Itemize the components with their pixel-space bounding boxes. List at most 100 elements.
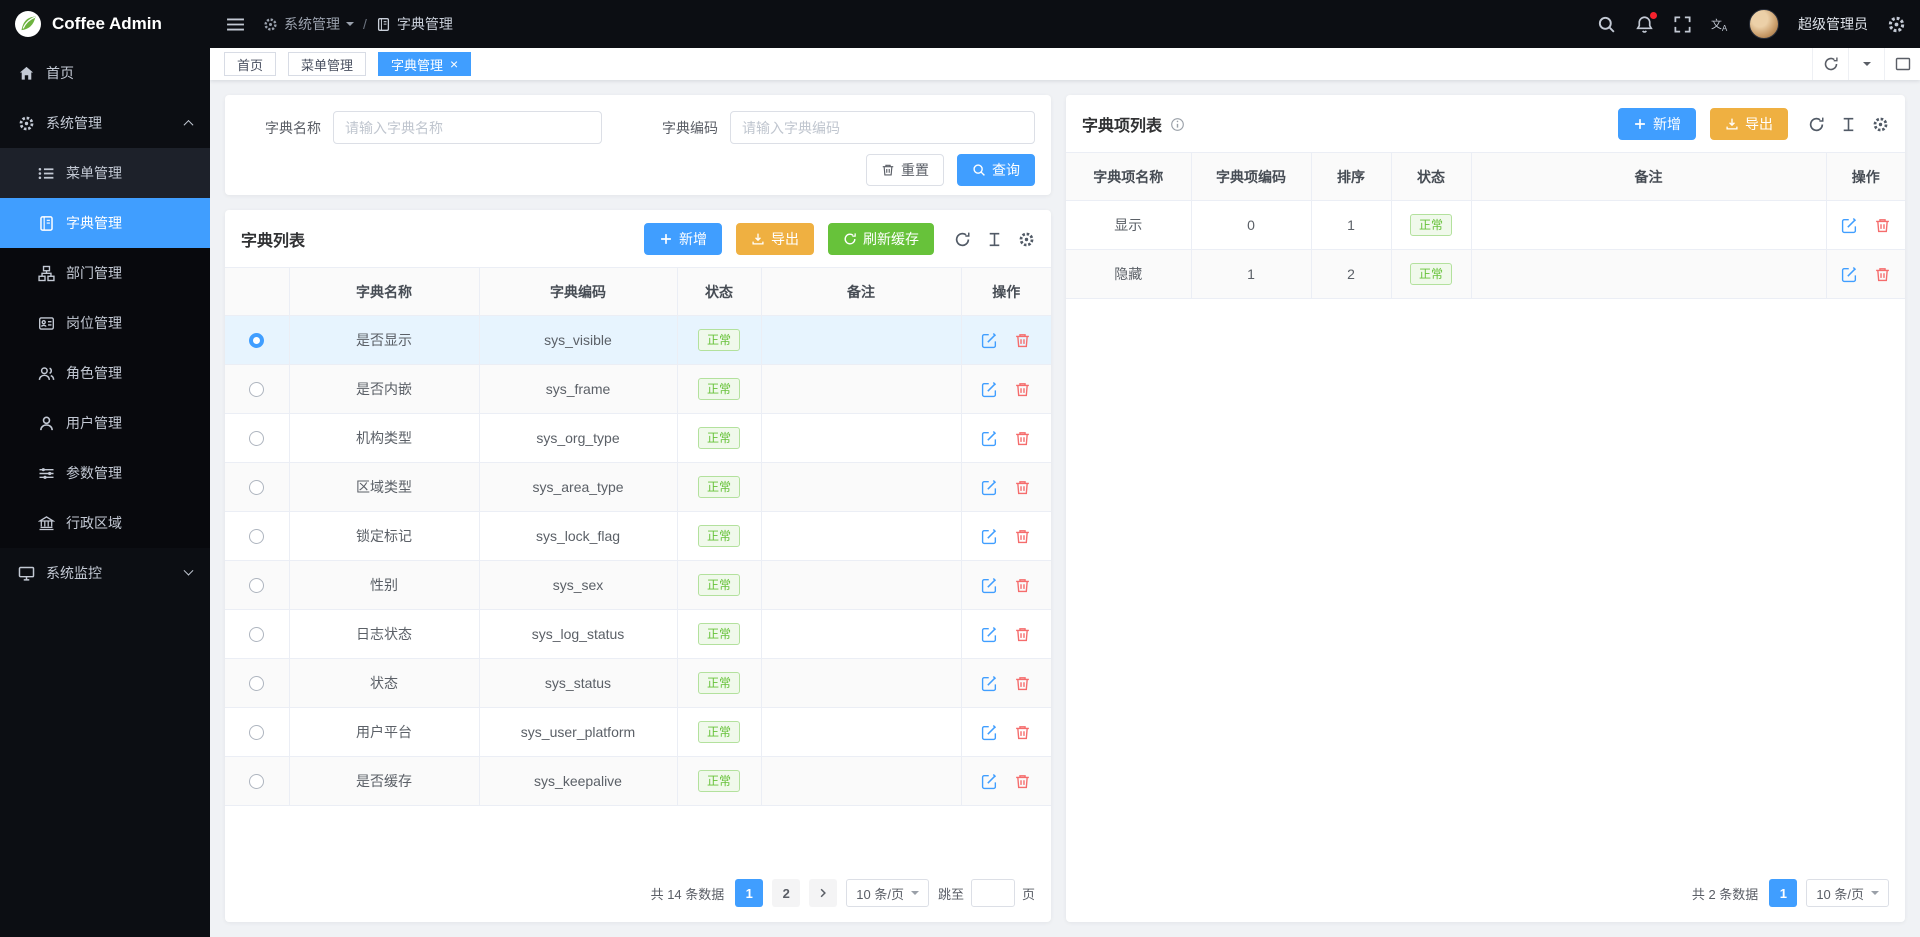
- delete-icon[interactable]: [1014, 332, 1031, 349]
- page-1-button[interactable]: 1: [735, 879, 763, 907]
- edit-icon[interactable]: [981, 332, 998, 349]
- dict-item-panel: 字典项列表 新增 导出: [1066, 95, 1905, 922]
- row-radio[interactable]: [249, 725, 264, 740]
- sidebar-item-home[interactable]: 首页: [0, 48, 210, 98]
- username[interactable]: 超级管理员: [1798, 14, 1868, 34]
- edit-icon[interactable]: [981, 724, 998, 741]
- delete-icon[interactable]: [1014, 773, 1031, 790]
- edit-icon[interactable]: [981, 675, 998, 692]
- dict-code-input[interactable]: [730, 111, 1035, 144]
- dict-row[interactable]: 是否显示sys_visible正常: [225, 316, 1051, 365]
- maximize-view-icon[interactable]: [1884, 48, 1920, 80]
- dict-row[interactable]: 锁定标记sys_lock_flag正常: [225, 512, 1051, 561]
- dict-row[interactable]: 是否内嵌sys_frame正常: [225, 365, 1051, 414]
- refresh-table-icon[interactable]: [954, 231, 971, 248]
- sidebar-item-post-mgmt[interactable]: 岗位管理: [0, 298, 210, 348]
- delete-icon[interactable]: [1014, 724, 1031, 741]
- dict-item-row[interactable]: 显示01正常: [1066, 201, 1905, 250]
- delete-icon[interactable]: [1014, 577, 1031, 594]
- tab-options-chevron-icon[interactable]: [1848, 48, 1884, 80]
- tabbar-tools: [1812, 48, 1920, 80]
- row-radio[interactable]: [249, 627, 264, 642]
- column-settings-gear-icon[interactable]: [1018, 231, 1035, 248]
- fullscreen-icon[interactable]: [1673, 15, 1692, 34]
- edit-icon[interactable]: [981, 577, 998, 594]
- edit-icon[interactable]: [981, 528, 998, 545]
- tab-home[interactable]: 首页: [224, 52, 276, 76]
- row-radio[interactable]: [249, 382, 264, 397]
- row-radio[interactable]: [249, 676, 264, 691]
- sidebar-item-role-mgmt[interactable]: 角色管理: [0, 348, 210, 398]
- edit-icon[interactable]: [1841, 217, 1858, 234]
- edit-icon[interactable]: [981, 773, 998, 790]
- edit-icon[interactable]: [981, 479, 998, 496]
- sidebar-item-system-mgmt[interactable]: 系统管理: [0, 98, 210, 148]
- page-size-select[interactable]: 10 条/页: [846, 879, 929, 907]
- sidebar-item-user-mgmt[interactable]: 用户管理: [0, 398, 210, 448]
- sidebar-item-label: 部门管理: [66, 263, 122, 283]
- dict-row[interactable]: 是否缓存sys_keepalive正常: [225, 757, 1051, 806]
- edit-icon[interactable]: [1841, 266, 1858, 283]
- page-2-button[interactable]: 2: [772, 879, 800, 907]
- notifications-bell-icon[interactable]: [1635, 15, 1654, 34]
- add-dict-button[interactable]: 新增: [644, 223, 722, 255]
- refresh-cache-button[interactable]: 刷新缓存: [828, 223, 934, 255]
- delete-icon[interactable]: [1014, 626, 1031, 643]
- column-settings-gear-icon[interactable]: [1872, 116, 1889, 133]
- settings-gear-icon[interactable]: [1887, 15, 1906, 34]
- column-size-icon[interactable]: [1840, 116, 1857, 133]
- tab-menu-mgmt[interactable]: 菜单管理: [288, 52, 366, 76]
- row-radio[interactable]: [249, 578, 264, 593]
- breadcrumb-item-dict: 字典管理: [376, 14, 453, 34]
- column-size-icon[interactable]: [986, 231, 1003, 248]
- dict-row[interactable]: 用户平台sys_user_platform正常: [225, 708, 1051, 757]
- row-radio[interactable]: [249, 774, 264, 789]
- next-page-icon[interactable]: [809, 879, 837, 907]
- app-logo[interactable]: Coffee Admin: [0, 0, 210, 48]
- collapse-sidebar-icon[interactable]: [226, 15, 245, 34]
- delete-icon[interactable]: [1874, 217, 1891, 234]
- page-size-select[interactable]: 10 条/页: [1806, 879, 1889, 907]
- export-dict-item-button[interactable]: 导出: [1710, 108, 1788, 140]
- sidebar-item-region-mgmt[interactable]: 行政区域: [0, 498, 210, 548]
- dict-row[interactable]: 状态sys_status正常: [225, 659, 1051, 708]
- delete-icon[interactable]: [1014, 528, 1031, 545]
- jump-page-input[interactable]: [971, 879, 1015, 907]
- add-dict-item-button[interactable]: 新增: [1618, 108, 1696, 140]
- row-radio[interactable]: [249, 431, 264, 446]
- row-radio[interactable]: [249, 480, 264, 495]
- dict-name-input[interactable]: [333, 111, 602, 144]
- dict-row[interactable]: 机构类型sys_org_type正常: [225, 414, 1051, 463]
- row-radio[interactable]: [249, 529, 264, 544]
- export-dict-button[interactable]: 导出: [736, 223, 814, 255]
- sidebar-item-menu-mgmt[interactable]: 菜单管理: [0, 148, 210, 198]
- delete-icon[interactable]: [1014, 675, 1031, 692]
- dict-item-row[interactable]: 隐藏12正常: [1066, 250, 1905, 299]
- reset-button[interactable]: 重置: [866, 154, 944, 186]
- row-radio[interactable]: [249, 333, 264, 348]
- page-1-button[interactable]: 1: [1769, 879, 1797, 907]
- dict-row[interactable]: 区域类型sys_area_type正常: [225, 463, 1051, 512]
- breadcrumb-item-system[interactable]: 系统管理: [263, 14, 354, 34]
- delete-icon[interactable]: [1014, 381, 1031, 398]
- dict-row[interactable]: 日志状态sys_log_status正常: [225, 610, 1051, 659]
- query-button[interactable]: 查询: [957, 154, 1035, 186]
- user-avatar[interactable]: [1749, 9, 1779, 39]
- tab-dict-mgmt[interactable]: 字典管理 ×: [378, 52, 471, 76]
- sidebar-item-monitor[interactable]: 系统监控: [0, 548, 210, 598]
- delete-icon[interactable]: [1874, 266, 1891, 283]
- delete-icon[interactable]: [1014, 479, 1031, 496]
- search-icon[interactable]: [1597, 15, 1616, 34]
- close-tab-icon[interactable]: ×: [450, 57, 458, 71]
- dict-row[interactable]: 性别sys_sex正常: [225, 561, 1051, 610]
- sidebar-item-dept-mgmt[interactable]: 部门管理: [0, 248, 210, 298]
- refresh-table-icon[interactable]: [1808, 116, 1825, 133]
- translate-icon[interactable]: 文A: [1711, 15, 1730, 34]
- edit-icon[interactable]: [981, 381, 998, 398]
- sidebar-item-param-mgmt[interactable]: 参数管理: [0, 448, 210, 498]
- delete-icon[interactable]: [1014, 430, 1031, 447]
- edit-icon[interactable]: [981, 430, 998, 447]
- refresh-page-icon[interactable]: [1812, 48, 1848, 80]
- edit-icon[interactable]: [981, 626, 998, 643]
- sidebar-item-dict-mgmt[interactable]: 字典管理: [0, 198, 210, 248]
